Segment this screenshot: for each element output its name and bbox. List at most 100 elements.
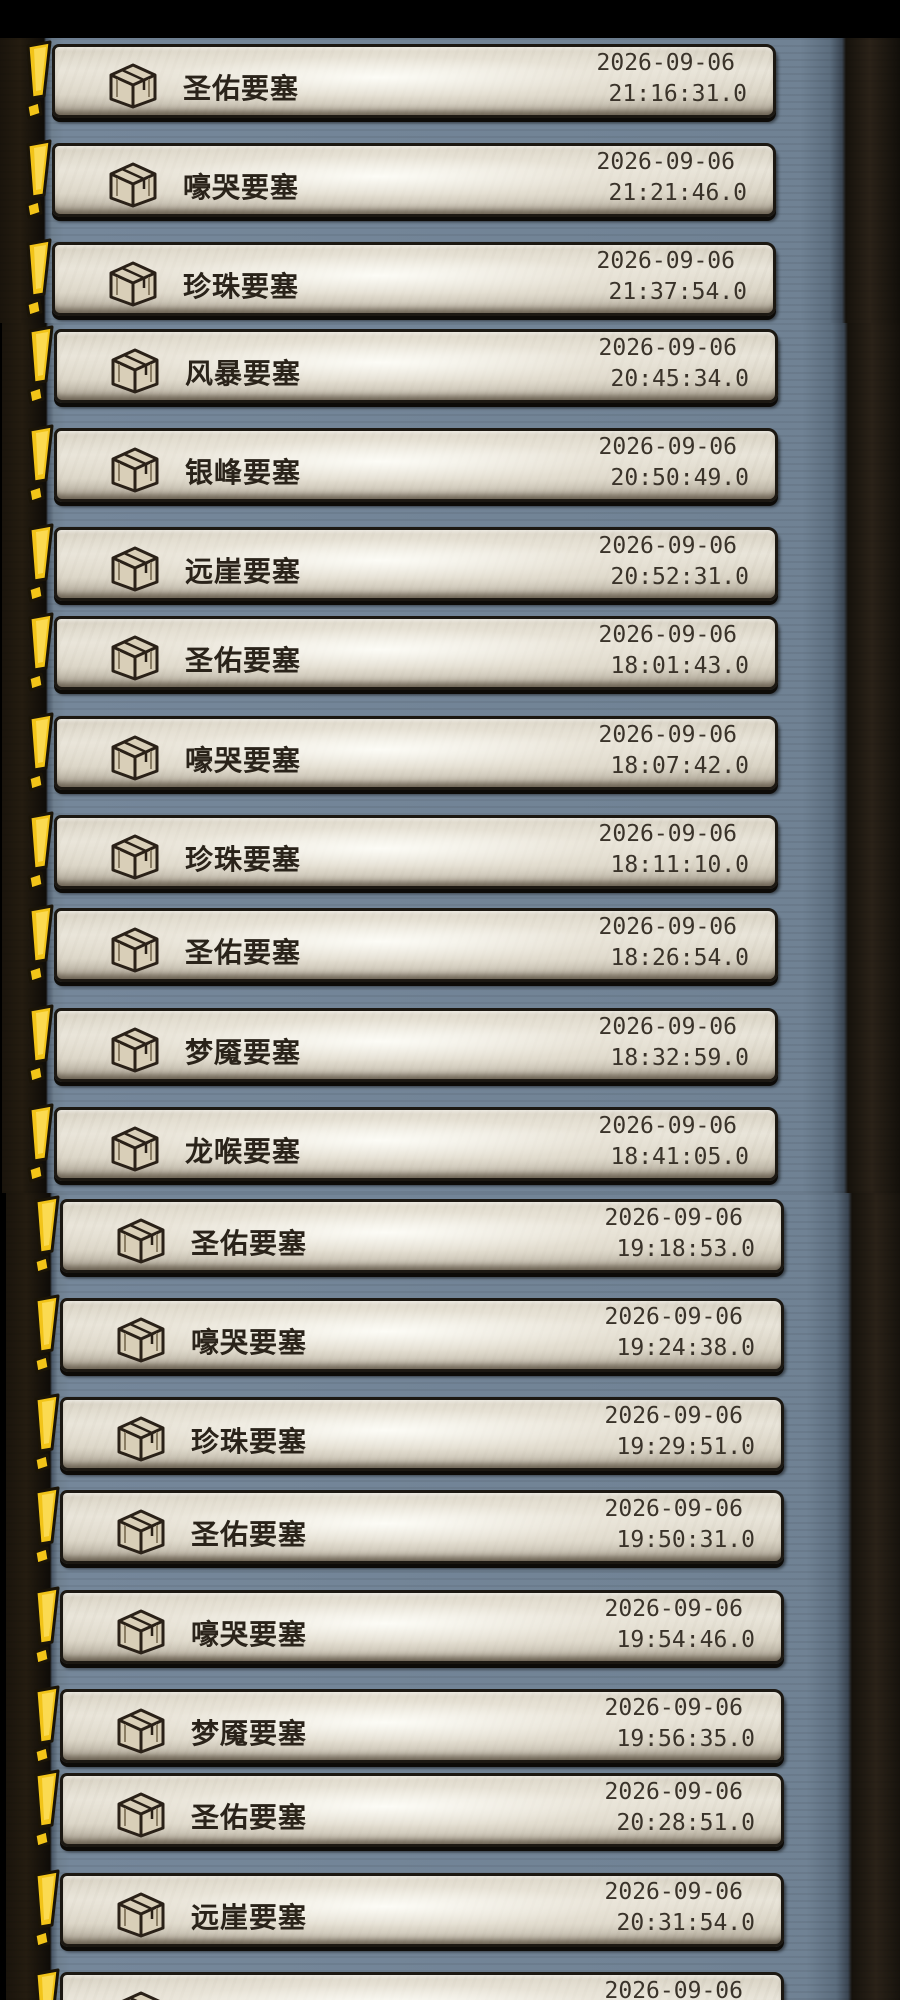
entry-plaque[interactable]: 梦魇要塞 2026-09-06 19:56:35.0 bbox=[60, 1689, 784, 1763]
entry-plaque[interactable]: 嚎哭要塞 2026-09-06 21:21:46.0 bbox=[52, 143, 776, 217]
treasure-chest-icon bbox=[117, 1892, 165, 1938]
entry-plaque[interactable]: 珍珠要塞 2026-09-06 21:37:54.0 bbox=[52, 242, 776, 316]
fortress-name: 圣佑要塞 bbox=[191, 1801, 308, 1834]
entry-plaque[interactable]: 圣佑要塞 2026-09-06 19:50:31.0 bbox=[60, 1490, 784, 1564]
entry-time: 18:07:42.0 bbox=[610, 753, 749, 779]
entry-date: 2026-09-06 bbox=[598, 533, 737, 559]
exclamation-alert-icon bbox=[18, 523, 58, 613]
entry-plaque[interactable]: 圣佑要塞 2026-09-06 18:26:54.0 bbox=[54, 908, 778, 982]
fortress-name: 圣佑要塞 bbox=[191, 1518, 308, 1551]
entry-plaque[interactable]: 嚎哭要塞 2026-09-06 19:24:38.0 bbox=[60, 1298, 784, 1372]
exclamation-alert-icon bbox=[18, 712, 58, 802]
entry-time: 19:18:53.0 bbox=[616, 1236, 755, 1262]
entry-time: 21:21:46.0 bbox=[608, 180, 747, 206]
entry-plaque[interactable]: 珍珠要塞 2026-09-06 18:11:10.0 bbox=[54, 815, 778, 889]
fortress-name: 珍珠要塞 bbox=[191, 1425, 308, 1458]
treasure-chest-icon bbox=[117, 1218, 165, 1264]
entry-time: 20:45:34.0 bbox=[610, 366, 749, 392]
entry-date: 2026-09-06 bbox=[604, 1596, 743, 1622]
exclamation-alert-icon bbox=[18, 612, 58, 702]
exclamation-alert-icon bbox=[24, 1586, 64, 1676]
treasure-chest-icon bbox=[111, 1027, 159, 1073]
entry-date: 2026-09-06 bbox=[596, 149, 735, 175]
entry-time: 18:11:10.0 bbox=[610, 852, 749, 878]
fortress-name: 嚎哭要塞 bbox=[191, 1618, 308, 1651]
treasure-chest-icon bbox=[117, 1792, 165, 1838]
entry-date: 2026-09-06 bbox=[604, 1695, 743, 1721]
entry-date: 2026-09-06 bbox=[604, 1205, 743, 1231]
fortress-name: 圣佑要塞 bbox=[185, 644, 302, 677]
exclamation-alert-icon bbox=[24, 1294, 64, 1384]
entry-date: 2026-09-06 bbox=[604, 1304, 743, 1330]
entry-time: 19:56:35.0 bbox=[616, 1726, 755, 1752]
entry-time: 19:24:38.0 bbox=[616, 1335, 755, 1361]
entry-plaque[interactable]: 风暴要塞 2026-09-06 20:45:34.0 bbox=[54, 329, 778, 403]
entry-plaque[interactable]: 圣佑要塞 2026-09-06 21:16:31.0 bbox=[52, 44, 776, 118]
fortress-name: 嚎哭要塞 bbox=[183, 171, 300, 204]
entry-plaque[interactable]: 圣佑要塞 2026-09-06 18:01:43.0 bbox=[54, 616, 778, 690]
treasure-chest-icon bbox=[111, 635, 159, 681]
exclamation-alert-icon bbox=[18, 811, 58, 901]
exclamation-alert-icon bbox=[18, 325, 58, 415]
entry-time: 20:50:49.0 bbox=[610, 465, 749, 491]
entry-date: 2026-09-06 bbox=[598, 622, 737, 648]
entry-time: 18:41:05.0 bbox=[610, 1144, 749, 1170]
entry-date: 2026-09-06 bbox=[604, 1403, 743, 1429]
entry-plaque[interactable]: 2026-09-06 bbox=[60, 1972, 784, 2000]
fortress-name: 圣佑要塞 bbox=[183, 72, 300, 105]
entry-date: 2026-09-06 bbox=[596, 248, 735, 274]
entry-plaque[interactable]: 龙喉要塞 2026-09-06 18:41:05.0 bbox=[54, 1107, 778, 1181]
entry-plaque[interactable]: 圣佑要塞 2026-09-06 19:18:53.0 bbox=[60, 1199, 784, 1273]
exclamation-alert-icon bbox=[16, 139, 56, 229]
entry-date: 2026-09-06 bbox=[598, 335, 737, 361]
fortress-name: 珍珠要塞 bbox=[185, 843, 302, 876]
treasure-chest-icon bbox=[111, 447, 159, 493]
fortress-name: 龙喉要塞 bbox=[185, 1135, 302, 1168]
fortress-name: 圣佑要塞 bbox=[191, 1227, 308, 1260]
entry-date: 2026-09-06 bbox=[604, 1779, 743, 1805]
fortress-name: 银峰要塞 bbox=[185, 456, 302, 489]
entry-plaque[interactable]: 远崖要塞 2026-09-06 20:31:54.0 bbox=[60, 1873, 784, 1947]
entry-plaque[interactable]: 远崖要塞 2026-09-06 20:52:31.0 bbox=[54, 527, 778, 601]
entry-plaque[interactable]: 圣佑要塞 2026-09-06 20:28:51.0 bbox=[60, 1773, 784, 1847]
treasure-chest-icon bbox=[117, 1317, 165, 1363]
entry-plaque[interactable]: 梦魇要塞 2026-09-06 18:32:59.0 bbox=[54, 1008, 778, 1082]
exclamation-alert-icon bbox=[24, 1393, 64, 1483]
treasure-chest-icon bbox=[111, 735, 159, 781]
entry-date: 2026-09-06 bbox=[598, 821, 737, 847]
exclamation-alert-icon bbox=[24, 1769, 64, 1859]
entry-date: 2026-09-06 bbox=[604, 1978, 743, 2000]
exclamation-alert-icon bbox=[24, 1869, 64, 1959]
entry-plaque[interactable]: 珍珠要塞 2026-09-06 19:29:51.0 bbox=[60, 1397, 784, 1471]
entry-time: 18:26:54.0 bbox=[610, 945, 749, 971]
entry-time: 20:52:31.0 bbox=[610, 564, 749, 590]
top-black-bar bbox=[0, 0, 900, 38]
exclamation-alert-icon bbox=[16, 40, 56, 130]
treasure-chest-icon bbox=[117, 1708, 165, 1754]
entry-plaque[interactable]: 嚎哭要塞 2026-09-06 18:07:42.0 bbox=[54, 716, 778, 790]
entry-date: 2026-09-06 bbox=[604, 1879, 743, 1905]
entry-date: 2026-09-06 bbox=[598, 1014, 737, 1040]
entry-date: 2026-09-06 bbox=[596, 50, 735, 76]
entry-time: 18:01:43.0 bbox=[610, 653, 749, 679]
exclamation-alert-icon bbox=[24, 1195, 64, 1285]
treasure-chest-icon bbox=[109, 63, 157, 109]
exclamation-alert-icon bbox=[18, 904, 58, 994]
entry-date: 2026-09-06 bbox=[604, 1496, 743, 1522]
treasure-chest-icon bbox=[111, 927, 159, 973]
fortress-name: 梦魇要塞 bbox=[191, 1717, 308, 1750]
fortress-name: 风暴要塞 bbox=[185, 357, 302, 390]
treasure-chest-icon bbox=[111, 834, 159, 880]
treasure-chest-icon bbox=[111, 348, 159, 394]
treasure-chest-icon bbox=[117, 1416, 165, 1462]
entry-plaque[interactable]: 嚎哭要塞 2026-09-06 19:54:46.0 bbox=[60, 1590, 784, 1664]
exclamation-alert-icon bbox=[18, 424, 58, 514]
fortress-name: 圣佑要塞 bbox=[185, 936, 302, 969]
treasure-chest-icon bbox=[121, 1991, 161, 2000]
exclamation-alert-icon bbox=[24, 1685, 64, 1775]
entry-date: 2026-09-06 bbox=[598, 914, 737, 940]
treasure-chest-icon bbox=[109, 162, 157, 208]
entry-date: 2026-09-06 bbox=[598, 1113, 737, 1139]
entry-plaque[interactable]: 银峰要塞 2026-09-06 20:50:49.0 bbox=[54, 428, 778, 502]
treasure-chest-icon bbox=[117, 1609, 165, 1655]
